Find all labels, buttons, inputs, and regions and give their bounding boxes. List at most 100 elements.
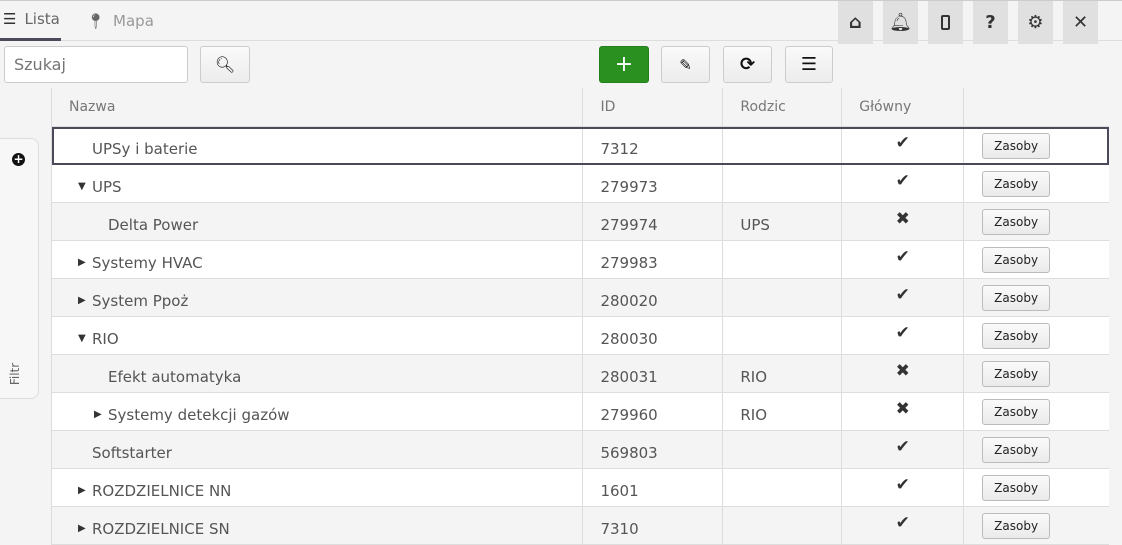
parent-cell <box>723 241 843 278</box>
actions-cell: Zasoby <box>964 203 1109 240</box>
filter-panel[interactable]: + Filtr <box>0 138 39 399</box>
settings-button[interactable]: ⚙ <box>1018 1 1053 44</box>
table-row[interactable]: ▼ UPS 279973 ✔ Zasoby <box>52 165 1109 203</box>
resources-button[interactable]: Zasoby <box>982 398 1051 425</box>
resources-button[interactable]: Zasoby <box>982 322 1051 349</box>
refresh-button[interactable]: ⟳ <box>723 46 772 83</box>
mobile-button[interactable] <box>928 1 963 44</box>
name-cell: ▶ Systemy HVAC <box>52 241 584 278</box>
name-cell: UPSy i baterie <box>52 127 584 164</box>
caret-right-icon[interactable]: ▶ <box>78 485 92 496</box>
filter-label: Filtr <box>8 362 23 386</box>
notifications-button[interactable]: 🔔︎ <box>883 1 918 44</box>
main-cell: ✔ <box>842 241 965 278</box>
resources-button[interactable]: Zasoby <box>982 436 1051 463</box>
table-row[interactable]: ▼ RIO 280030 ✔ Zasoby <box>52 317 1109 355</box>
parent-cell <box>723 127 843 164</box>
main-cell: ✖ <box>842 393 965 430</box>
list-icon: ☰ <box>3 10 17 28</box>
check-icon: ✔ <box>895 247 910 267</box>
resources-button[interactable]: Zasoby <box>982 474 1051 501</box>
table-row[interactable]: ▶ Systemy HVAC 279983 ✔ Zasoby <box>52 241 1109 279</box>
name-cell: ▶ Systemy detekcji gazów <box>52 393 584 430</box>
main-cell: ✔ <box>842 469 965 506</box>
resources-button[interactable]: Zasoby <box>982 132 1051 159</box>
id-cell: 279983 <box>583 241 724 278</box>
tab-lista[interactable]: ☰ Lista <box>0 0 61 41</box>
cross-icon: ✖ <box>895 361 910 381</box>
resources-button[interactable]: Zasoby <box>982 246 1051 273</box>
search-button[interactable]: 🔍︎ <box>200 46 250 83</box>
actions-cell: Zasoby <box>964 469 1109 506</box>
main-cell: ✖ <box>842 355 965 392</box>
table-row[interactable]: ▶ ROZDZIELNICE NN 1601 ✔ Zasoby <box>52 469 1109 507</box>
actions-cell: Zasoby <box>964 127 1109 164</box>
add-button[interactable]: + <box>599 46 649 83</box>
resources-button[interactable]: Zasoby <box>982 512 1051 539</box>
col-header-id[interactable]: ID <box>583 88 724 126</box>
menu-button[interactable]: ☰ <box>785 46 833 83</box>
resources-button[interactable]: Zasoby <box>982 360 1051 387</box>
table-row[interactable]: Efekt automatyka 280031 RIO ✖ Zasoby <box>52 355 1109 393</box>
caret-right-icon[interactable]: ▶ <box>78 523 92 534</box>
col-header-main[interactable]: Główny <box>842 88 965 126</box>
parent-cell <box>723 279 843 316</box>
caret-right-icon[interactable]: ▶ <box>78 257 92 268</box>
close-button[interactable]: ✕ <box>1063 1 1098 44</box>
home-icon: ⌂ <box>849 12 862 33</box>
search-input[interactable] <box>4 46 188 83</box>
close-icon: ✕ <box>1072 12 1089 33</box>
col-header-name[interactable]: Nazwa <box>52 88 584 126</box>
id-cell: 7310 <box>583 507 724 544</box>
caret-right-icon[interactable]: ▶ <box>78 295 92 306</box>
table-row[interactable]: ▶ ROZDZIELNICE SN 7310 ✔ Zasoby <box>52 507 1109 545</box>
home-button[interactable]: ⌂ <box>838 1 873 44</box>
id-cell: 279973 <box>583 165 724 202</box>
parent-cell <box>723 317 843 354</box>
check-icon: ✔ <box>895 437 910 457</box>
table-row[interactable]: ▶ Systemy detekcji gazów 279960 RIO ✖ Zas… <box>52 393 1109 431</box>
table-row[interactable]: ▶ System Ppoż 280020 ✔ Zasoby <box>52 279 1109 317</box>
parent-cell <box>723 507 843 544</box>
name-cell: Softstarter <box>52 431 584 468</box>
caret-down-icon[interactable]: ▼ <box>78 181 92 192</box>
table-row[interactable]: UPSy i baterie 7312 ✔ Zasoby <box>52 127 1109 165</box>
actions-cell: Zasoby <box>964 431 1109 468</box>
help-icon: ? <box>985 12 996 33</box>
col-header-parent[interactable]: Rodzic <box>723 88 843 126</box>
main-cell: ✔ <box>842 127 965 164</box>
name-cell: Delta Power <box>52 203 584 240</box>
id-cell: 280030 <box>583 317 724 354</box>
plus-icon: + <box>614 52 634 77</box>
parent-cell: RIO <box>723 355 843 392</box>
resources-button[interactable]: Zasoby <box>982 208 1051 235</box>
edit-button[interactable]: ✎ <box>661 46 710 83</box>
help-button[interactable]: ? <box>973 1 1008 44</box>
bell-icon: 🔔︎ <box>889 12 912 33</box>
parent-cell <box>723 469 843 506</box>
main-cell: ✖ <box>842 203 965 240</box>
actions-cell: Zasoby <box>964 241 1109 278</box>
id-cell: 279960 <box>583 393 724 430</box>
actions-cell: Zasoby <box>964 279 1109 316</box>
check-icon: ✔ <box>895 475 910 495</box>
search-icon: 🔍︎ <box>214 55 236 74</box>
tree-table: Nazwa ID Rodzic Główny UPSy i baterie 73… <box>51 88 1109 545</box>
table-row[interactable]: Delta Power 279974 UPS ✖ Zasoby <box>52 203 1109 241</box>
caret-down-icon[interactable]: ▼ <box>78 333 92 344</box>
main-cell: ✔ <box>842 165 965 202</box>
name-cell: ▶ ROZDZIELNICE SN <box>52 507 584 544</box>
resources-button[interactable]: Zasoby <box>982 284 1051 311</box>
name-cell: ▶ System Ppoż <box>52 279 584 316</box>
id-cell: 279974 <box>583 203 724 240</box>
table-row[interactable]: Softstarter 569803 ✔ Zasoby <box>52 431 1109 469</box>
add-filter-icon[interactable]: + <box>12 153 25 166</box>
tab-mapa[interactable]: 📍︎ Mapa <box>86 0 154 41</box>
caret-right-icon[interactable]: ▶ <box>94 409 108 420</box>
refresh-icon: ⟳ <box>739 54 756 75</box>
name-cell: Efekt automatyka <box>52 355 584 392</box>
gear-icon: ⚙ <box>1027 12 1044 33</box>
check-icon: ✔ <box>895 285 910 305</box>
resources-button[interactable]: Zasoby <box>982 170 1051 197</box>
cross-icon: ✖ <box>895 209 910 229</box>
